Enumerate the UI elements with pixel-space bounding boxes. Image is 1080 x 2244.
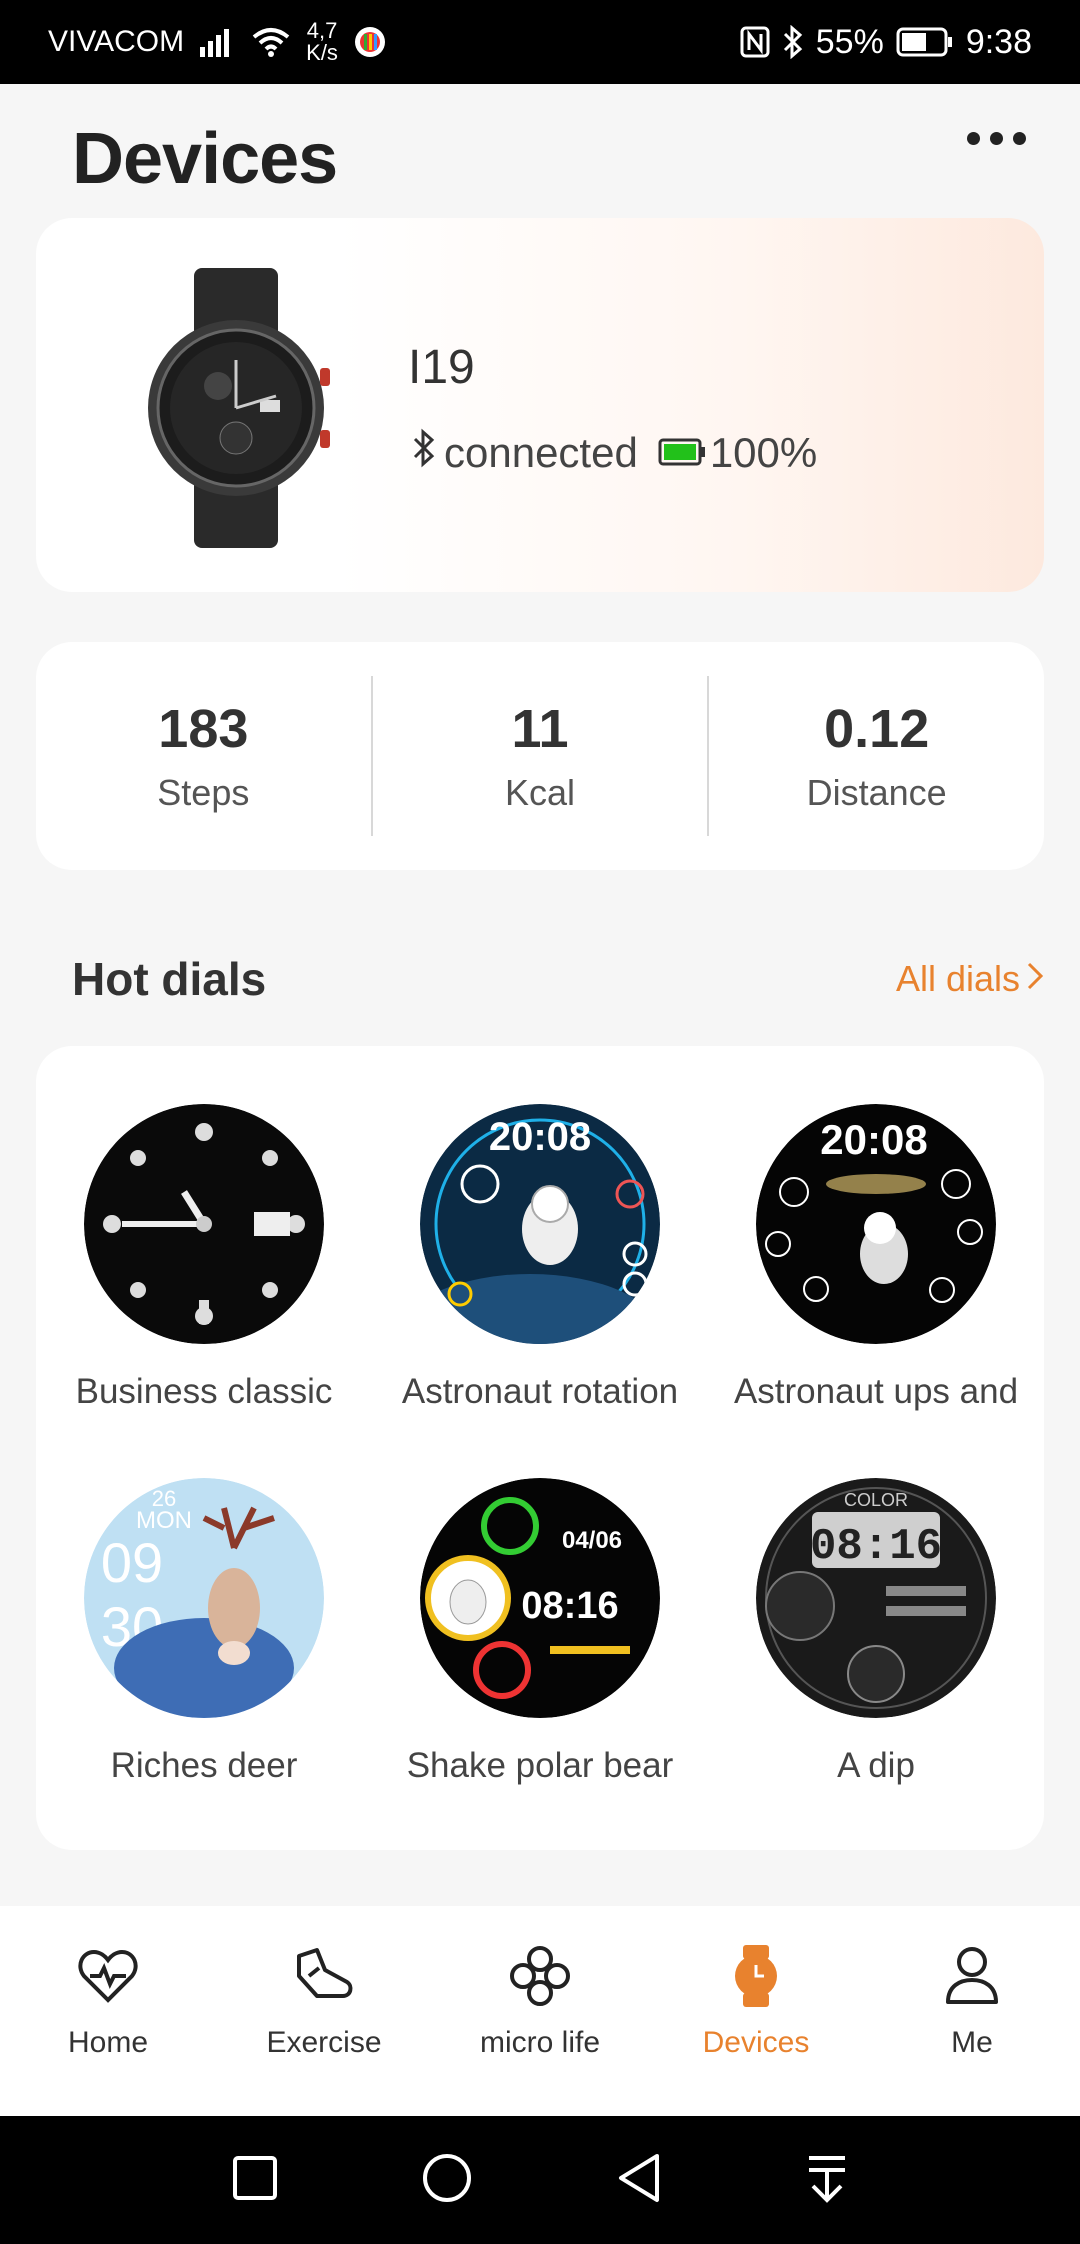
device-card[interactable]: I19 connected 100% — [36, 218, 1044, 592]
nav-item-me[interactable]: Me — [864, 1906, 1080, 2116]
stat-label: Distance — [806, 772, 947, 813]
dial-name: Astronaut rotation — [401, 1372, 679, 1411]
svg-text:20:08: 20:08 — [489, 1115, 591, 1159]
dial-item[interactable]: COLOR 08:16 A dip — [708, 1478, 1044, 1786]
all-dials-label: All dials — [895, 958, 1020, 999]
carrier-label: VIVACOM — [48, 25, 185, 58]
dial-face-astronaut-ups: 20:08 — [756, 1104, 996, 1344]
clock: 9:38 — [965, 22, 1032, 61]
page-title: Devices — [72, 119, 338, 199]
more-dot-icon — [1013, 132, 1026, 145]
nav-item-home[interactable]: Home — [0, 1906, 216, 2116]
network-speed: 4,7 K/s — [306, 20, 338, 64]
nav-label: Me — [951, 2026, 993, 2059]
svg-text:08:16: 08:16 — [810, 1522, 942, 1572]
device-name: I19 — [408, 341, 475, 394]
bottom-navigation: Home Exercise micro life Devices Me — [0, 1906, 1080, 2116]
stat-value: 11 — [511, 699, 569, 759]
app-notification-icon — [354, 26, 386, 58]
svg-text:COLOR: COLOR — [844, 1490, 908, 1510]
speed-unit: K/s — [306, 40, 338, 65]
status-bar: VIVACOM 4,7 K/s 55% 9:38 — [0, 0, 1080, 84]
dial-face-astronaut-rotation: 20:08 — [420, 1104, 660, 1344]
shoe-icon — [292, 1944, 356, 2008]
nav-label: Home — [67, 2026, 149, 2059]
clover-icon — [508, 1944, 572, 2008]
stat-label: Kcal — [504, 772, 576, 813]
stat-distance: 0.12 Distance — [709, 698, 1044, 814]
dial-name: Astronaut ups and — [733, 1372, 1019, 1411]
home-button-icon[interactable] — [421, 2152, 473, 2209]
recent-apps-icon[interactable] — [231, 2154, 279, 2207]
more-dot-icon — [990, 132, 1003, 145]
dial-name: A dip — [837, 1746, 915, 1785]
device-battery-icon — [658, 429, 706, 477]
bluetooth-status-icon — [782, 25, 804, 59]
wifi-icon — [252, 27, 290, 57]
heart-pulse-icon — [76, 1944, 140, 2008]
all-dials-link[interactable]: All dials — [896, 958, 1044, 1000]
activity-stats-card[interactable]: 183 Steps 11 Kcal 0.12 Distance — [36, 642, 1044, 870]
dial-face-shake-polar-bear: 04/06 08:16 — [420, 1478, 660, 1718]
stat-steps: 183 Steps — [36, 698, 371, 814]
dial-name: Business classic — [75, 1372, 333, 1411]
dial-face-business-classic — [84, 1104, 324, 1344]
person-icon — [940, 1944, 1004, 2008]
more-dot-icon — [967, 132, 980, 145]
more-options-button[interactable] — [967, 132, 1026, 145]
system-navigation-bar — [0, 2116, 1080, 2244]
stat-label: Steps — [157, 772, 250, 813]
dial-item[interactable]: 20:08 Astronaut ups and — [708, 1104, 1044, 1412]
device-status: connected 100% — [412, 428, 817, 478]
smartwatch-image — [136, 268, 336, 548]
chevron-right-icon — [1026, 958, 1044, 1000]
hot-dials-card: Business classic 20:08 Astronaut rotatio… — [36, 1046, 1044, 1850]
nav-label: micro life — [479, 2026, 600, 2059]
watch-icon — [724, 1944, 788, 2008]
nav-label: Exercise — [266, 2026, 382, 2059]
svg-text:09: 09 — [101, 1531, 163, 1594]
dial-face-riches-deer: 26 MON 09 30 — [84, 1478, 324, 1718]
svg-text:08:16: 08:16 — [521, 1585, 618, 1627]
dial-name: Riches deer — [110, 1746, 298, 1785]
signal-icon — [200, 27, 236, 57]
nav-item-devices[interactable]: Devices — [648, 1906, 864, 2116]
nav-item-micro-life[interactable]: micro life — [432, 1906, 648, 2116]
section-title-hot-dials: Hot dials — [72, 953, 267, 1005]
dial-face-a-dip: COLOR 08:16 — [756, 1478, 996, 1718]
notification-shade-icon[interactable] — [805, 2152, 849, 2209]
nfc-icon — [740, 26, 770, 58]
svg-text:MON: MON — [136, 1507, 192, 1534]
dial-name: Shake polar bear — [406, 1746, 674, 1785]
dial-item[interactable]: 26 MON 09 30 Riches deer — [36, 1478, 372, 1786]
dial-item[interactable]: 04/06 08:16 Shake polar bear — [372, 1478, 708, 1786]
battery-icon — [896, 27, 954, 57]
bluetooth-icon — [412, 428, 436, 478]
device-battery-level: 100% — [709, 429, 818, 476]
stat-value: 183 — [158, 699, 249, 759]
svg-text:20:08: 20:08 — [820, 1116, 927, 1163]
svg-text:04/06: 04/06 — [562, 1527, 622, 1554]
back-icon[interactable] — [615, 2152, 663, 2209]
nav-item-exercise[interactable]: Exercise — [216, 1906, 432, 2116]
stat-value: 0.12 — [824, 699, 930, 759]
nav-label: Devices — [702, 2026, 810, 2059]
connection-status: connected — [444, 429, 638, 476]
stat-kcal: 11 Kcal — [373, 698, 708, 814]
dial-item[interactable]: Business classic — [36, 1104, 372, 1412]
battery-percent: 55% — [815, 22, 884, 61]
dial-item[interactable]: 20:08 Astronaut rotation — [372, 1104, 708, 1412]
